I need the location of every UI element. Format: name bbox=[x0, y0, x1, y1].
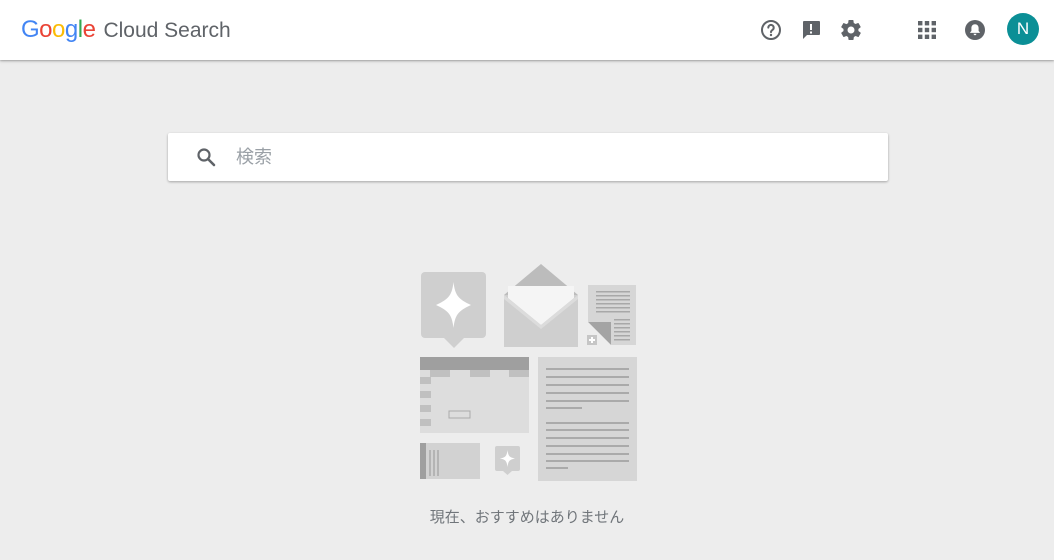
envelope-graphic bbox=[504, 264, 578, 347]
empty-state-illustration bbox=[420, 264, 637, 481]
search-input[interactable] bbox=[236, 139, 856, 175]
spreadsheet-graphic bbox=[420, 357, 529, 433]
folded-document-graphic bbox=[587, 285, 636, 345]
notifications-button[interactable] bbox=[959, 14, 991, 46]
feedback-icon bbox=[803, 21, 820, 39]
search-bar[interactable] bbox=[168, 133, 888, 181]
top-app-bar: Google Cloud Search N bbox=[0, 0, 1054, 60]
spark-card-graphic bbox=[421, 272, 486, 348]
help-icon bbox=[761, 20, 781, 40]
apps-button[interactable] bbox=[911, 14, 943, 46]
apps-icon bbox=[918, 21, 936, 39]
search-icon bbox=[197, 148, 216, 167]
help-button[interactable] bbox=[755, 14, 787, 46]
google-wordmark: Google bbox=[21, 16, 96, 43]
account-avatar[interactable]: N bbox=[1007, 13, 1039, 45]
notifications-icon bbox=[965, 20, 985, 40]
feedback-button[interactable] bbox=[795, 14, 827, 46]
settings-icon bbox=[841, 19, 861, 41]
empty-state-message: 現在、おすすめはありません bbox=[429, 508, 625, 526]
avatar-letter: N bbox=[1016, 19, 1030, 38]
small-card-graphic bbox=[420, 443, 480, 479]
settings-button[interactable] bbox=[835, 14, 867, 46]
product-name: Cloud Search bbox=[103, 19, 231, 42]
text-document-graphic bbox=[538, 357, 637, 481]
small-spark-graphic bbox=[495, 446, 520, 475]
google-cloud-search-logo[interactable]: Google Cloud Search bbox=[21, 15, 231, 45]
